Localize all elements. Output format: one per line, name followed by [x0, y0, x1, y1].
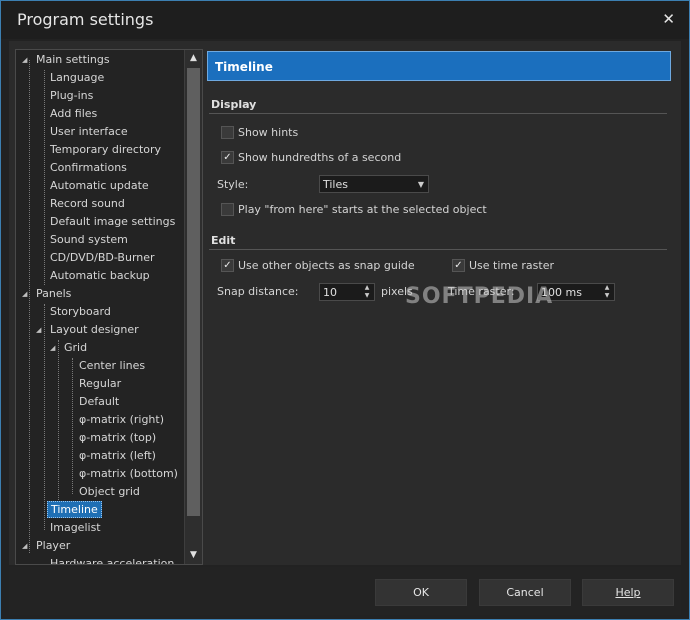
tree-item-add-files[interactable]: Add files	[50, 105, 97, 123]
check-icon[interactable]: ✓	[452, 258, 465, 272]
window-title: Program settings	[17, 10, 154, 29]
tree-item-phi-matrix-right[interactable]: φ-matrix (right)	[79, 411, 164, 429]
style-value: Tiles	[323, 178, 348, 191]
use-snap-guide-label: Use other objects as snap guide	[238, 259, 415, 272]
tree-connector	[44, 304, 45, 530]
tree-item-regular[interactable]: Regular	[79, 375, 121, 393]
snap-distance-value: 10	[323, 286, 337, 299]
use-time-raster-checkbox[interactable]: ✓ Use time raster	[452, 258, 554, 274]
tree-item-cd-dvd-bd-burner[interactable]: CD/DVD/BD-Burner	[50, 249, 155, 267]
tree-item-default[interactable]: Default	[79, 393, 119, 411]
snap-distance-label: Snap distance:	[217, 285, 299, 298]
scroll-thumb[interactable]	[187, 68, 200, 516]
play-from-here-checkbox[interactable]: Play "from here" starts at the selected …	[221, 202, 487, 218]
check-icon[interactable]: ✓	[221, 258, 234, 272]
tree-connector	[44, 70, 45, 285]
tree-item-user-interface[interactable]: User interface	[50, 123, 128, 141]
panel-header: Timeline	[207, 51, 671, 81]
tree-connector	[58, 340, 59, 510]
tree-item-confirmations[interactable]: Confirmations	[50, 159, 127, 177]
scroll-down-icon[interactable]: ▼	[185, 547, 202, 564]
tree-item-language[interactable]: Language	[50, 69, 104, 87]
tree-item-storyboard[interactable]: Storyboard	[50, 303, 111, 321]
tree-item-timeline[interactable]: Timeline	[47, 501, 102, 519]
tree-item-center-lines[interactable]: Center lines	[79, 357, 145, 375]
expand-icon[interactable]: ◢	[22, 285, 27, 303]
checkbox-box[interactable]	[221, 125, 234, 139]
show-hundredths-checkbox[interactable]: ✓ Show hundredths of a second	[221, 150, 401, 166]
style-label: Style:	[217, 178, 249, 191]
expand-icon[interactable]: ◢	[36, 321, 41, 339]
tree-scrollbar[interactable]: ▲ ▼	[184, 50, 202, 564]
show-hints-checkbox[interactable]: Show hints	[221, 125, 298, 141]
tree-item-player[interactable]: ◢ Player	[22, 537, 70, 555]
chevron-down-icon[interactable]: ▼	[418, 176, 424, 194]
close-icon[interactable]: ✕	[662, 10, 675, 28]
show-hints-label: Show hints	[238, 126, 299, 139]
settings-body: ◢ Main settings Language Plug-ins Add fil…	[9, 41, 681, 565]
play-from-here-label: Play "from here" starts at the selected …	[238, 203, 487, 216]
title-bar: Program settings ✕	[1, 1, 689, 39]
help-button[interactable]: Help	[582, 579, 674, 606]
settings-tree: ◢ Main settings Language Plug-ins Add fil…	[15, 49, 203, 565]
spin-arrows-icon[interactable]: ▲ ▼	[602, 284, 612, 300]
expand-icon[interactable]: ◢	[22, 537, 27, 555]
tree-item-automatic-backup[interactable]: Automatic backup	[50, 267, 150, 285]
tree-item-imagelist[interactable]: Imagelist	[50, 519, 101, 537]
tree-connector	[72, 358, 73, 494]
tree-item-automatic-update[interactable]: Automatic update	[50, 177, 149, 195]
tree-item-plug-ins[interactable]: Plug-ins	[50, 87, 93, 105]
tree-item-hardware-acceleration[interactable]: Hardware acceleration	[50, 555, 174, 564]
tree-item-default-image-settings[interactable]: Default image settings	[50, 213, 175, 231]
use-snap-guide-checkbox[interactable]: ✓ Use other objects as snap guide	[221, 258, 415, 274]
checkbox-box[interactable]	[221, 202, 234, 216]
section-divider	[209, 113, 667, 114]
tree-item-temporary-directory[interactable]: Temporary directory	[50, 141, 161, 159]
tree-item-phi-matrix-top[interactable]: φ-matrix (top)	[79, 429, 156, 447]
cancel-button[interactable]: Cancel	[479, 579, 571, 606]
tree-item-panels[interactable]: ◢ Panels	[22, 285, 71, 303]
expand-icon[interactable]: ◢	[50, 339, 55, 357]
tree-item-record-sound[interactable]: Record sound	[50, 195, 125, 213]
snap-distance-stepper[interactable]: 10 ▲ ▼	[319, 283, 375, 301]
expand-icon[interactable]: ◢	[22, 51, 27, 69]
tree-item-sound-system[interactable]: Sound system	[50, 231, 128, 249]
section-divider	[209, 249, 667, 250]
style-dropdown[interactable]: Tiles ▼	[319, 175, 429, 193]
section-edit: Edit	[211, 234, 236, 247]
tree-item-main-settings[interactable]: ◢ Main settings	[22, 51, 110, 69]
tree-connector	[29, 60, 30, 553]
settings-window: Program settings ✕ ◢ Main settings Langua…	[0, 0, 690, 620]
ok-button[interactable]: OK	[375, 579, 467, 606]
check-icon[interactable]: ✓	[221, 150, 234, 164]
tree-item-object-grid[interactable]: Object grid	[79, 483, 140, 501]
tree-item-phi-matrix-left[interactable]: φ-matrix (left)	[79, 447, 156, 465]
use-time-raster-label: Use time raster	[469, 259, 554, 272]
tree-item-layout-designer[interactable]: ◢ Layout designer	[36, 321, 139, 339]
softpedia-watermark: SOFTPEDIA	[405, 284, 554, 309]
spin-arrows-icon[interactable]: ▲ ▼	[362, 284, 372, 300]
tree-item-grid[interactable]: ◢ Grid	[50, 339, 87, 357]
section-display: Display	[211, 98, 257, 111]
tree-item-phi-matrix-bottom[interactable]: φ-matrix (bottom)	[79, 465, 178, 483]
show-hundredths-label: Show hundredths of a second	[238, 151, 402, 164]
scroll-up-icon[interactable]: ▲	[185, 50, 202, 67]
button-bar: OK Cancel Help	[9, 567, 681, 615]
